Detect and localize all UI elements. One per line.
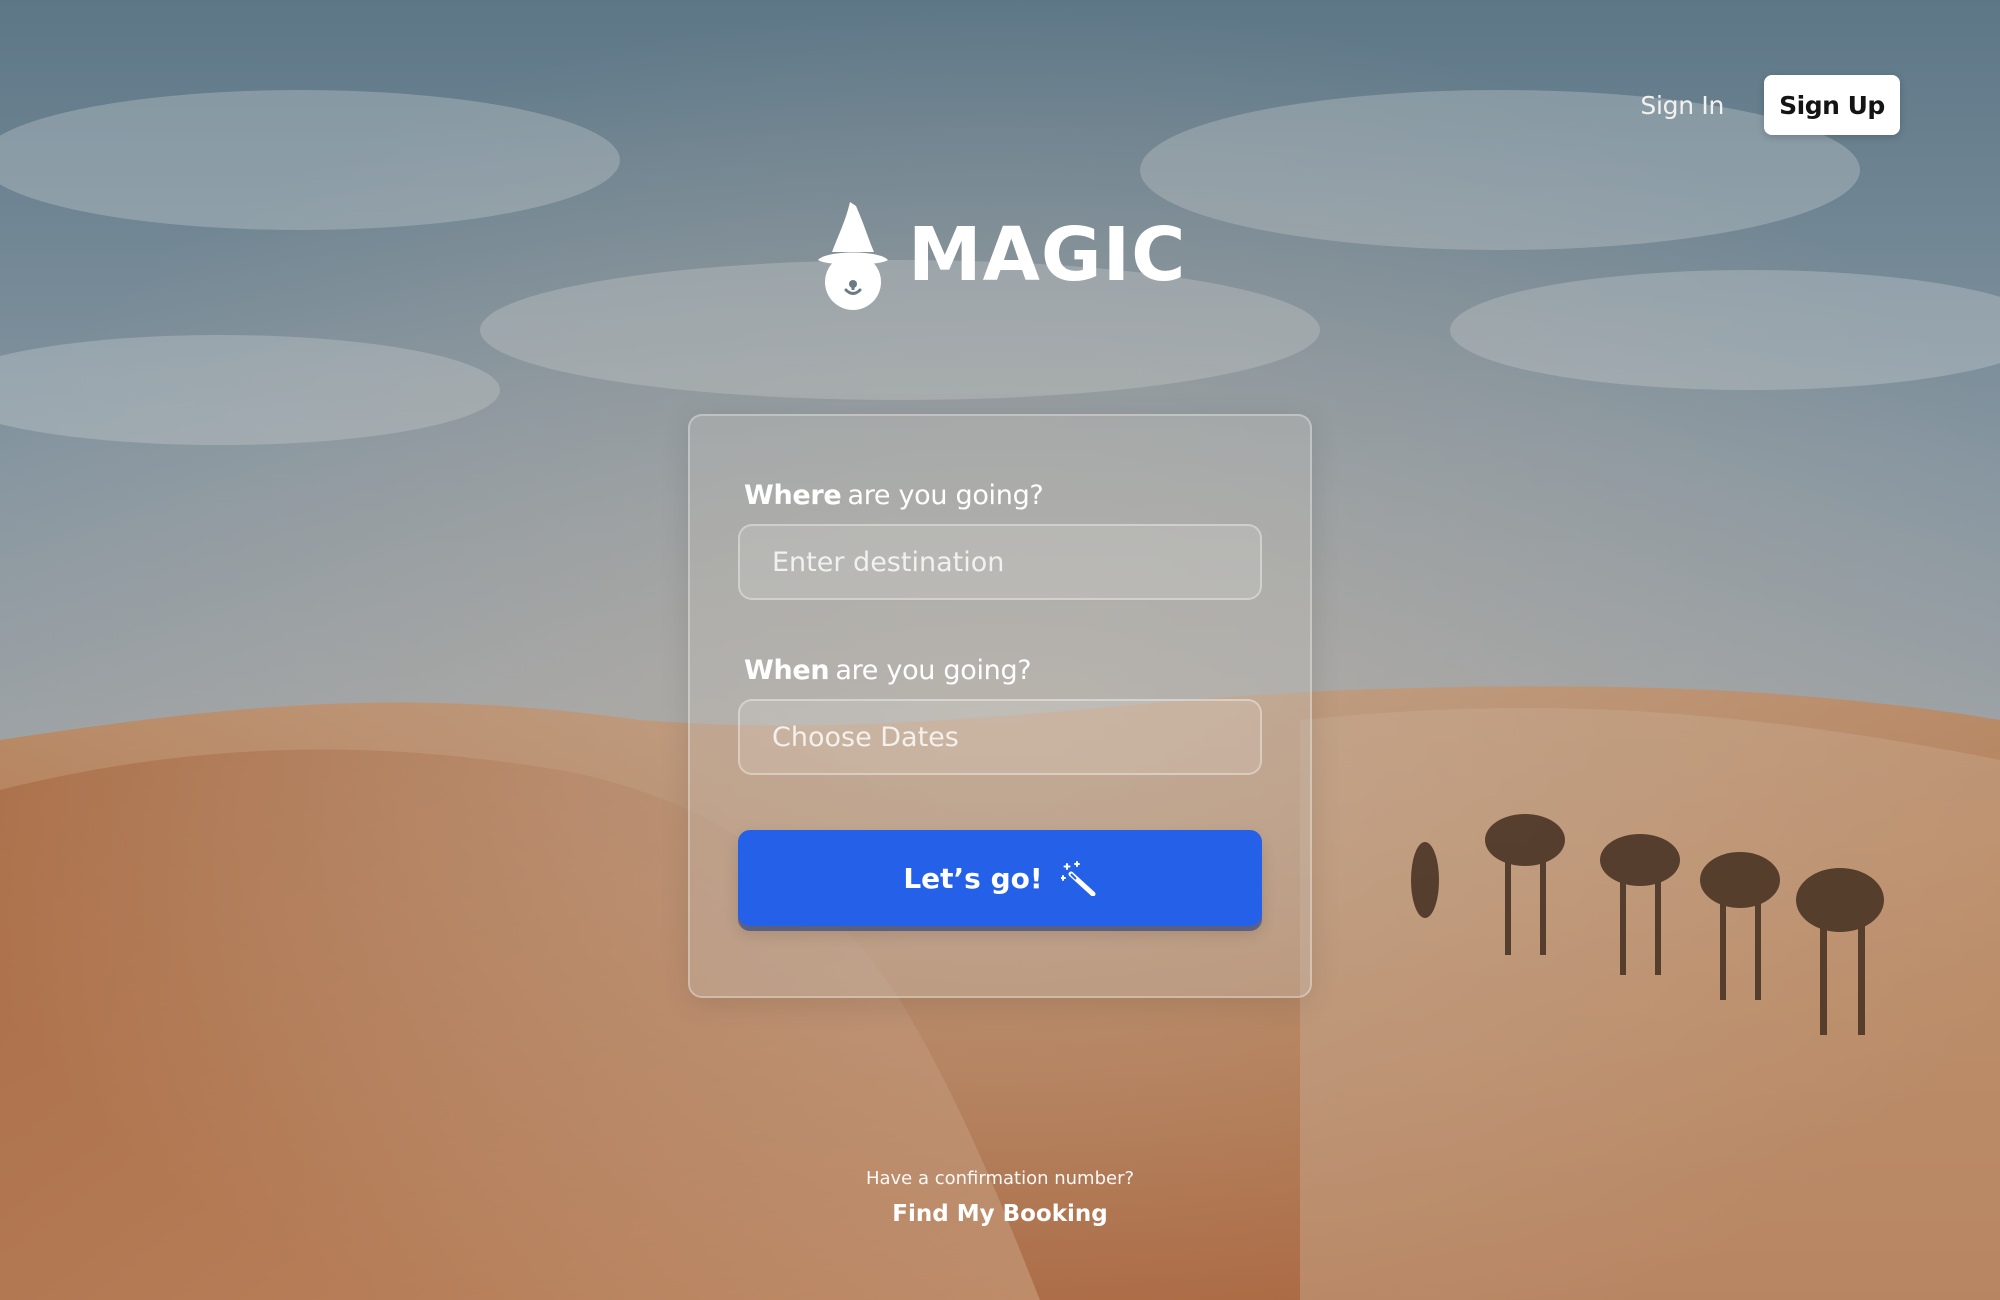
- lets-go-label: Let’s go!: [903, 861, 1043, 895]
- destination-label-strong: Where: [744, 480, 842, 511]
- confirmation-hint: Have a confirmation number?: [865, 1168, 1135, 1189]
- landing-page: Sign In Sign Up MAGIC Where are you going…: [0, 0, 2000, 1300]
- booking-footer: Have a confirmation number? Find My Book…: [0, 1168, 2000, 1227]
- dates-field[interactable]: [738, 699, 1262, 775]
- dates-label-strong: When: [744, 655, 830, 686]
- wizard-hat-mascot-icon: [818, 202, 888, 310]
- dates-label: When are you going?: [744, 655, 1032, 686]
- brand-name: MAGIC: [908, 212, 1187, 298]
- sign-up-button[interactable]: Sign Up: [1764, 75, 1900, 135]
- lets-go-button[interactable]: Let’s go!: [738, 830, 1262, 926]
- destination-input[interactable]: [740, 526, 1260, 598]
- brand-logo[interactable]: MAGIC: [816, 200, 1187, 310]
- destination-label: Where are you going?: [744, 480, 1044, 511]
- find-my-booking-link[interactable]: Find My Booking: [892, 1201, 1107, 1227]
- destination-field[interactable]: [738, 524, 1262, 600]
- sign-in-link[interactable]: Sign In: [1640, 91, 1724, 120]
- magic-wand-icon: [1060, 861, 1096, 896]
- dates-label-rest: are you going?: [835, 655, 1032, 686]
- dates-input[interactable]: [740, 701, 1260, 773]
- search-card: Whereare you going? Whenare you going? L…: [688, 414, 1312, 998]
- destination-label-rest: are you going?: [847, 480, 1044, 511]
- top-nav: Sign In Sign Up: [1640, 75, 1900, 135]
